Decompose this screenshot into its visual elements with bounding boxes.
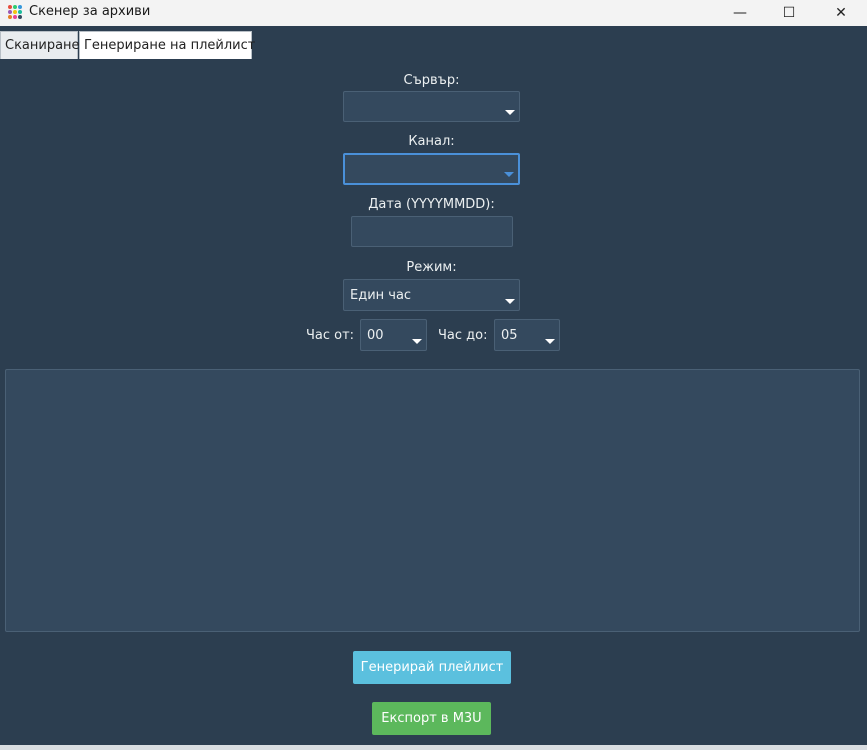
tab-scan[interactable]: Сканиране: [0, 31, 80, 59]
tab-bar: Сканиране Генериране на плейлист: [0, 26, 867, 59]
hour-from-value: 00: [367, 327, 384, 343]
channel-label: Канал:: [408, 134, 455, 149]
server-label: Сървър:: [403, 73, 460, 88]
mode-value: Един час: [350, 287, 412, 303]
minimize-button[interactable]: —: [717, 0, 763, 26]
chevron-down-icon: [412, 339, 422, 344]
date-input[interactable]: [351, 216, 513, 247]
export-m3u-button[interactable]: Експорт в M3U: [372, 702, 491, 735]
window-title: Скенер за архиви: [29, 4, 151, 19]
app-dots-icon: [8, 5, 22, 19]
chevron-down-icon: [545, 339, 555, 344]
channel-combo[interactable]: [343, 153, 520, 185]
chevron-down-icon: [505, 299, 515, 304]
maximize-button[interactable]: ☐: [766, 0, 812, 26]
hour-to-combo[interactable]: 05: [494, 319, 560, 351]
server-combo[interactable]: [343, 91, 520, 122]
window-bottom-edge: [0, 745, 867, 750]
close-button[interactable]: ✕: [818, 0, 864, 26]
chevron-down-icon: [504, 172, 514, 177]
generate-playlist-button[interactable]: Генерирай плейлист: [353, 651, 511, 684]
hour-from-label: Час от:: [306, 328, 355, 343]
title-bar: Скенер за архиви — ☐ ✕: [0, 0, 867, 26]
chevron-down-icon: [505, 110, 515, 115]
hour-to-value: 05: [501, 327, 518, 343]
mode-label: Режим:: [406, 260, 457, 275]
hour-to-label: Час до:: [438, 328, 488, 343]
date-label: Дата (YYYYMMDD):: [368, 197, 495, 212]
tab-generate-playlist[interactable]: Генериране на плейлист: [79, 31, 255, 59]
playlist-output[interactable]: [5, 369, 860, 632]
hour-from-combo[interactable]: 00: [360, 319, 427, 351]
mode-combo[interactable]: Един час: [343, 279, 520, 311]
